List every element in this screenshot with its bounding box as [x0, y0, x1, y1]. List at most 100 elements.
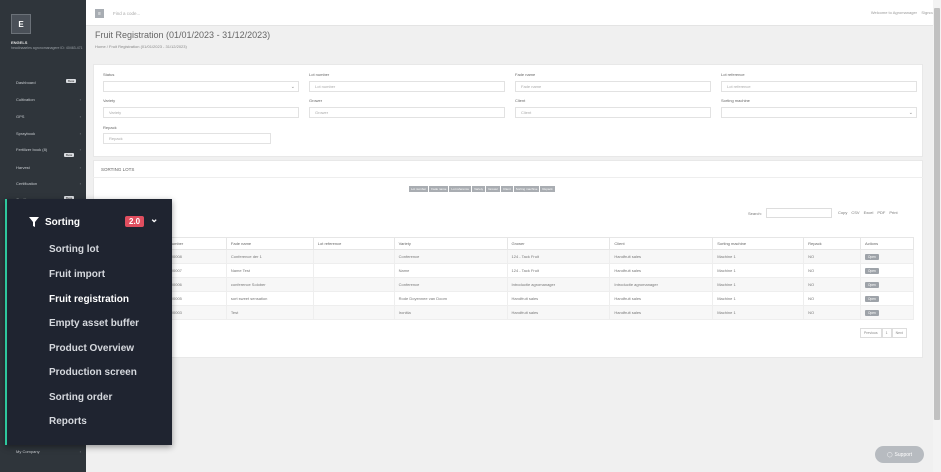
repack-label: Repack	[103, 125, 117, 130]
open-button[interactable]: Open	[865, 281, 879, 288]
welcome-text: Welcome to Agromanager	[870, 10, 917, 15]
copy-button[interactable]: Copy	[837, 209, 848, 216]
header-sorting-machine[interactable]: Sorting machine	[712, 237, 805, 250]
sidebar-item-harvest[interactable]: Harvest ›	[0, 161, 86, 173]
sorting-menu-header[interactable]: Sorting 2.0 ⌄	[29, 213, 169, 231]
client-input[interactable]: Client	[515, 107, 711, 118]
chevron-down-icon: ⌄	[150, 214, 159, 225]
cell-lot-reference	[312, 291, 395, 306]
support-button[interactable]: ◯ Support	[875, 446, 924, 463]
page-title: Fruit Registration (01/01/2023 - 31/12/2…	[95, 30, 271, 40]
export-buttons: Copy CSV Excel PDF Print	[837, 209, 899, 216]
cell-lot-reference	[312, 305, 395, 320]
print-button[interactable]: Print	[888, 209, 898, 216]
cell-grower: Introductie agromanager	[506, 277, 611, 292]
next-page-button[interactable]: Next	[891, 328, 907, 338]
header-lot-reference[interactable]: Lot reference	[312, 237, 395, 250]
previous-page-button[interactable]: Previous	[860, 328, 882, 338]
cell-sorting-machine: Machine 1	[712, 249, 805, 264]
cell-grower: Handfruit sales	[506, 305, 611, 320]
user-name: ENGELS	[11, 40, 28, 45]
menu-item-sorting-lot[interactable]: Sorting lot	[49, 244, 99, 255]
table-row: 2023/0005 sort sweet sensation Rode Doye…	[158, 291, 914, 306]
sidebar-item-cultivation[interactable]: Cultivation ›	[0, 93, 86, 105]
beta-badge: Beta	[64, 153, 75, 157]
toggle-client[interactable]: Client	[501, 186, 513, 192]
lot-reference-input[interactable]: Lot reference	[721, 81, 917, 92]
column-toggles: Lot number Fade name Lot reference Varie…	[409, 186, 555, 192]
toggle-grower[interactable]: Grower	[486, 186, 501, 192]
sidebar-item-gps[interactable]: GPS ›	[0, 110, 86, 122]
cell-repack: NO	[803, 263, 861, 278]
sorting-machine-label: Sorting machine	[721, 98, 750, 103]
variety-label: Variety	[103, 98, 116, 103]
chevron-down-icon: ⌄	[908, 109, 913, 116]
repack-input[interactable]: Repack	[103, 133, 271, 144]
breadcrumb[interactable]: Home / Fruit Registration (01/01/2023 - …	[95, 44, 187, 49]
menu-item-sorting-order[interactable]: Sorting order	[49, 392, 112, 403]
csv-button[interactable]: CSV	[850, 209, 860, 216]
open-button[interactable]: Open	[865, 309, 879, 316]
chat-icon: ◯	[886, 451, 893, 458]
cell-client: Handfruit sales	[609, 291, 714, 306]
cell-sorting-machine: Machine 1	[712, 305, 805, 320]
pdf-button[interactable]: PDF	[876, 209, 886, 216]
menu-item-fruit-import[interactable]: Fruit import	[49, 269, 105, 280]
lot-number-input[interactable]: Lot number	[309, 81, 505, 92]
sorting-menu-title: Sorting	[45, 216, 80, 228]
status-select[interactable]: ⌄	[103, 81, 299, 92]
support-label: Support	[894, 451, 913, 458]
cell-client: Introductie agromanager	[609, 277, 714, 292]
menu-item-production-screen[interactable]: Production screen	[49, 367, 137, 378]
lot-reference-label: Lot reference	[721, 72, 745, 77]
header-client[interactable]: Client	[609, 237, 714, 250]
sidebar-item-spraybook[interactable]: Spraybook ›	[0, 127, 86, 139]
cell-grower: 124 - Tack Fruit	[506, 263, 611, 278]
scroll-thumb[interactable]	[934, 8, 940, 420]
table-row: 2023/0003 Test Ironitia Handfruit sales …	[158, 305, 914, 320]
fade-name-label: Fade name	[515, 72, 536, 77]
variety-input[interactable]: Variety	[103, 107, 299, 118]
header-repack[interactable]: Repack	[803, 237, 861, 250]
toggle-sorting-machine[interactable]: Sorting machine	[513, 186, 540, 192]
cell-lot-reference	[312, 263, 395, 278]
table-header-row: Lot number Fade name Lot reference Varie…	[158, 237, 914, 250]
menu-item-empty-asset-buffer[interactable]: Empty asset buffer	[49, 318, 139, 329]
table-row: 2023/0007 Name Test Name 124 - Tack Frui…	[158, 263, 914, 278]
header-variety[interactable]: Variety	[393, 237, 508, 250]
cell-variety: Conference	[393, 249, 508, 264]
grower-input[interactable]: Grower	[309, 107, 505, 118]
header-fade-name[interactable]: Fade name	[225, 237, 314, 250]
find-code-input[interactable]: Find a code...	[113, 11, 140, 16]
menu-item-product-overview[interactable]: Product Overview	[49, 343, 134, 354]
company-logo[interactable]: E	[11, 14, 31, 34]
open-button[interactable]: Open	[865, 295, 879, 302]
toggle-lot-number[interactable]: Lot number	[409, 186, 429, 192]
open-button[interactable]: Open	[865, 253, 879, 260]
toggle-repack[interactable]: Repack	[540, 186, 555, 192]
hamburger-menu-icon[interactable]: ≡	[95, 9, 104, 18]
sidebar-item-my-company[interactable]: My Company ›	[0, 445, 86, 457]
menu-item-reports[interactable]: Reports	[49, 416, 87, 427]
toggle-fade-name[interactable]: Fade name	[429, 186, 449, 192]
cell-variety: Rode Doyennee van Doorn	[393, 291, 508, 306]
cell-fade-name: Test	[225, 305, 314, 320]
sidebar-item-certification[interactable]: Certification ›	[0, 177, 86, 189]
fade-name-input[interactable]: Fade name	[515, 81, 711, 92]
excel-button[interactable]: Excel	[863, 209, 875, 216]
cell-client: Handfruit sales	[609, 249, 714, 264]
toggle-variety[interactable]: Variety	[472, 186, 486, 192]
table-search-input[interactable]	[766, 208, 832, 218]
table-row: 2023/0008 Conference der 1 Conference 12…	[158, 249, 914, 264]
toggle-lot-reference[interactable]: Lot reference	[449, 186, 472, 192]
scrollbar[interactable]	[933, 0, 941, 472]
sorting-machine-select[interactable]: ⌄	[721, 107, 917, 118]
header-grower[interactable]: Grower	[506, 237, 611, 250]
cell-lot-reference	[312, 249, 395, 264]
divider	[93, 177, 923, 178]
page-1-button[interactable]: 1	[881, 328, 892, 338]
filter-icon	[29, 217, 39, 227]
menu-item-fruit-registration[interactable]: Fruit registration	[49, 294, 129, 305]
open-button[interactable]: Open	[865, 267, 879, 274]
cell-actions: Open	[860, 277, 914, 292]
